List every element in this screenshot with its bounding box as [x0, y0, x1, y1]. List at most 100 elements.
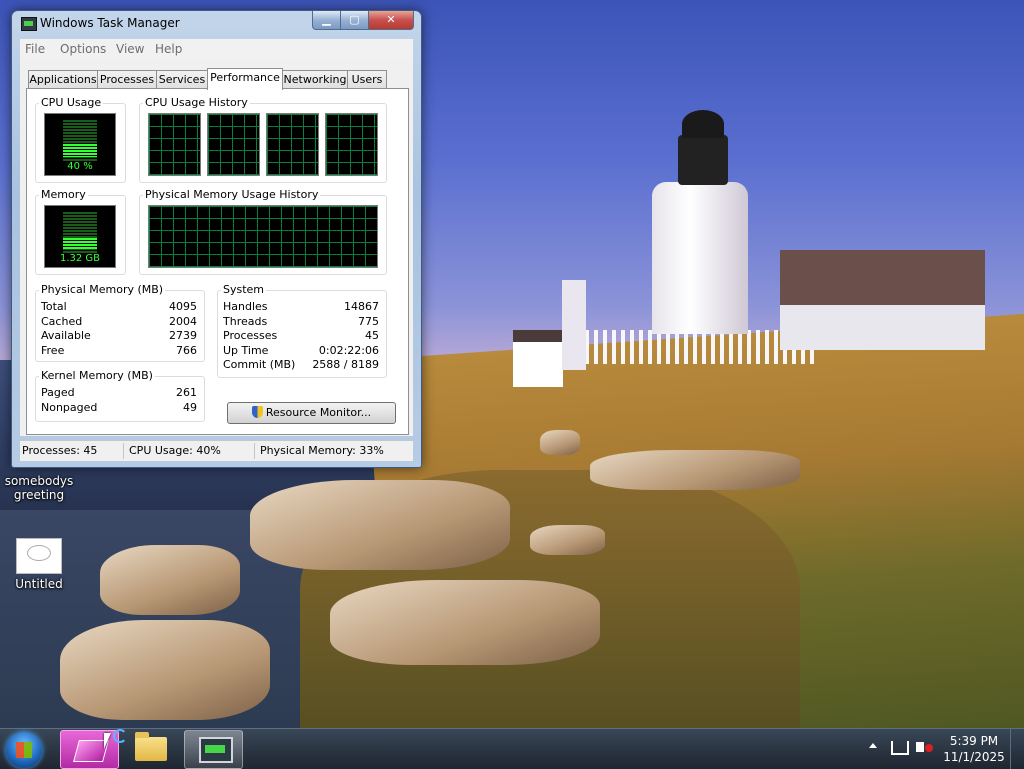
- wallpaper-lighthouse-cap: [682, 110, 724, 138]
- taskbar-app-task-manager[interactable]: [184, 730, 243, 769]
- row-key: Commit (MB): [223, 358, 296, 371]
- desktop-icon-somebodys-greeting[interactable]: somebodys greeting: [4, 474, 74, 502]
- menu-view[interactable]: View: [116, 42, 144, 56]
- tab-processes[interactable]: Processes: [97, 70, 157, 89]
- system-label: System: [221, 283, 267, 296]
- wallpaper-lighthouse-lantern: [678, 135, 728, 185]
- image-file-icon: [16, 538, 62, 574]
- resource-monitor-label: Resource Monitor...: [265, 406, 372, 419]
- taskbar: 5:39 PM 11/1/2025: [0, 728, 1024, 769]
- cpu-meter-fill: [63, 144, 97, 157]
- desktop-icon-untitled[interactable]: Untitled: [4, 538, 74, 591]
- row-key: Available: [41, 329, 91, 342]
- wallpaper-tower: [562, 280, 586, 370]
- tab-services[interactable]: Services: [156, 70, 208, 89]
- kernel-memory-group: Kernel Memory (MB) Paged 261 Nonpaged 49: [35, 369, 205, 422]
- menu-help[interactable]: Help: [155, 42, 182, 56]
- physical-memory-row-total: Total 4095: [41, 300, 197, 314]
- memory-history-group: Physical Memory Usage History: [139, 188, 387, 275]
- wallpaper-rock: [250, 480, 510, 570]
- row-key: Up Time: [223, 344, 269, 357]
- tab-users[interactable]: Users: [347, 70, 387, 89]
- status-physical-memory: Physical Memory: 33%: [260, 444, 384, 457]
- task-manager-window[interactable]: Windows Task Manager ▁ ▢ ✕ File Options …: [11, 10, 422, 468]
- menu-file[interactable]: File: [25, 42, 45, 56]
- system-row-handles: Handles 14867: [223, 300, 379, 314]
- cpu-history-graph-core4: [325, 113, 378, 176]
- system-clock[interactable]: 5:39 PM 11/1/2025: [940, 733, 1008, 765]
- row-key: Cached: [41, 315, 83, 328]
- tab-strip: Applications Processes Services Performa…: [28, 68, 408, 90]
- physical-memory-row-free: Free 766: [41, 344, 197, 358]
- status-separator: [123, 443, 124, 459]
- row-key: Paged: [41, 386, 75, 399]
- window-client-area: Applications Processes Services Performa…: [20, 59, 413, 436]
- wallpaper-rock: [60, 620, 270, 720]
- window-title: Windows Task Manager: [40, 16, 180, 30]
- kernel-memory-label: Kernel Memory (MB): [39, 369, 155, 382]
- row-value: 2004: [169, 315, 197, 328]
- taskbar-app-explorer[interactable]: [123, 730, 180, 767]
- kernel-memory-row-nonpaged: Nonpaged 49: [41, 401, 197, 415]
- physical-memory-group: Physical Memory (MB) Total 4095 Cached 200…: [35, 283, 205, 362]
- cpu-usage-group: CPU Usage 40 %: [35, 96, 126, 183]
- desktop-icon-label: somebodys greeting: [4, 474, 74, 502]
- cpu-usage-meter: 40 %: [44, 113, 116, 176]
- row-value: 0:02:22:06: [318, 344, 379, 357]
- wallpaper-rock: [330, 580, 600, 665]
- show-desktop-button[interactable]: [1010, 729, 1024, 769]
- memory-meter-fill: [63, 238, 97, 249]
- tab-performance[interactable]: Performance: [207, 68, 283, 90]
- row-value: 261: [176, 386, 197, 399]
- system-row-uptime: Up Time 0:02:22:06: [223, 344, 379, 358]
- memory-label: Memory: [39, 188, 88, 201]
- row-key: Total: [41, 300, 67, 313]
- row-value: 45: [365, 329, 379, 342]
- row-value: 14867: [344, 300, 379, 313]
- row-key: Free: [41, 344, 65, 357]
- wallpaper-lighthouse: [652, 182, 748, 334]
- cpu-usage-label: CPU Usage: [39, 96, 104, 109]
- show-hidden-icons-arrow-icon[interactable]: [869, 743, 877, 748]
- row-value: 2739: [169, 329, 197, 342]
- memory-value: 1.32 GB: [59, 253, 101, 264]
- status-processes: Processes: 45: [22, 444, 98, 457]
- wallpaper-rock: [590, 450, 800, 490]
- system-group: System Handles 14867 Threads 775 Processes…: [217, 283, 387, 378]
- system-row-threads: Threads 775: [223, 315, 379, 329]
- close-button[interactable]: ✕: [368, 11, 414, 30]
- minimize-button[interactable]: ▁: [312, 11, 341, 30]
- row-value: 2588 / 8189: [312, 358, 379, 371]
- network-icon[interactable]: [891, 741, 909, 755]
- status-separator: [254, 443, 255, 459]
- resource-monitor-button[interactable]: Resource Monitor...: [227, 402, 396, 424]
- physical-memory-row-cached: Cached 2004: [41, 315, 197, 329]
- row-value: 49: [183, 401, 197, 414]
- start-button[interactable]: [6, 732, 42, 768]
- kernel-memory-row-paged: Paged 261: [41, 386, 197, 400]
- row-key: Threads: [223, 315, 268, 328]
- system-row-commit: Commit (MB) 2588 / 8189: [223, 358, 379, 372]
- physical-memory-row-available: Available 2739: [41, 329, 197, 343]
- cpu-usage-value: 40 %: [67, 161, 93, 172]
- volume-icon[interactable]: [916, 742, 924, 752]
- memory-group: Memory 1.32 GB: [35, 188, 126, 275]
- cpu-history-graph-core1: [148, 113, 201, 176]
- muted-indicator-icon: [925, 744, 933, 752]
- row-value: 766: [176, 344, 197, 357]
- tab-applications[interactable]: Applications: [28, 70, 98, 89]
- menu-options[interactable]: Options: [60, 42, 106, 56]
- title-bar[interactable]: Windows Task Manager ▁ ▢ ✕: [12, 11, 421, 37]
- wallpaper-rock: [540, 430, 580, 455]
- row-value: 4095: [169, 300, 197, 313]
- system-row-processes: Processes 45: [223, 329, 379, 343]
- task-manager-icon: [21, 17, 37, 31]
- memory-history-label: Physical Memory Usage History: [143, 188, 321, 201]
- shield-icon: [251, 406, 263, 418]
- cpu-history-label: CPU Usage History: [143, 96, 250, 109]
- cpu-history-group: CPU Usage History: [139, 96, 387, 183]
- maximize-button[interactable]: ▢: [340, 11, 369, 30]
- row-value: 775: [358, 315, 379, 328]
- row-key: Handles: [223, 300, 268, 313]
- tab-networking[interactable]: Networking: [282, 70, 348, 89]
